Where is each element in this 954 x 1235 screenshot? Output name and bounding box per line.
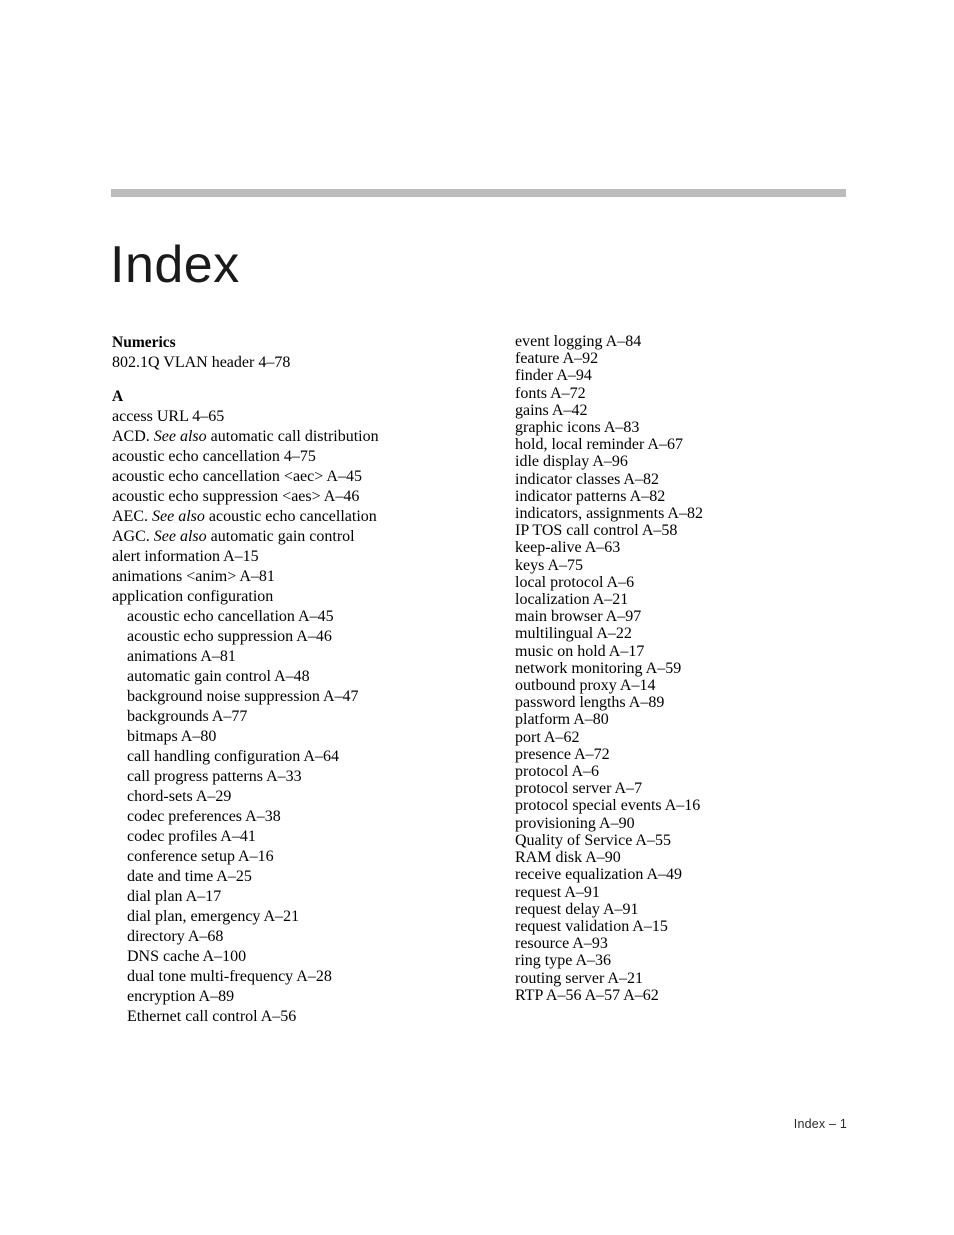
index-entry[interactable]: protocol A–6 [515,763,895,780]
index-entry[interactable]: access URL 4–65 [112,407,482,427]
index-entry[interactable]: acoustic echo cancellation <aec> A–45 [112,467,482,487]
index-entry-term: AEC. [112,508,152,525]
index-entry[interactable]: indicators, assignments A–82 [515,505,895,522]
index-subentry[interactable]: backgrounds A–77 [112,707,482,727]
index-entry[interactable]: animations <anim> A–81 [112,567,482,587]
index-subentry[interactable]: chord-sets A–29 [112,787,482,807]
index-entry[interactable]: multilingual A–22 [515,625,895,642]
index-entry[interactable]: event logging A–84 [515,333,895,350]
index-page: Index Numerics 802.1Q VLAN header 4–78 Aac… [0,0,954,1235]
index-entry[interactable]: hold, local reminder A–67 [515,436,895,453]
index-subentry[interactable]: directory A–68 [112,927,482,947]
index-entry[interactable]: RAM disk A–90 [515,849,895,866]
index-entry-target: acoustic echo cancellation [204,508,377,525]
index-entry[interactable]: music on hold A–17 [515,643,895,660]
index-entry[interactable]: indicator patterns A–82 [515,488,895,505]
index-subentry[interactable]: conference setup A–16 [112,847,482,867]
index-entry[interactable]: finder A–94 [515,367,895,384]
index-entry[interactable]: platform A–80 [515,711,895,728]
see-also-label: See also [153,528,207,545]
index-entry-term: ACD. [112,428,154,445]
index-entry[interactable]: routing server A–21 [515,970,895,987]
index-entry[interactable]: main browser A–97 [515,608,895,625]
index-entry[interactable]: keys A–75 [515,557,895,574]
index-entry[interactable]: network monitoring A–59 [515,660,895,677]
index-subentry[interactable]: encryption A–89 [112,987,482,1007]
index-subentry[interactable]: call progress patterns A–33 [112,767,482,787]
index-letter-heading: A [112,388,124,405]
index-subentry[interactable]: automatic gain control A–48 [112,667,482,687]
page-title: Index [110,235,240,294]
index-entry[interactable]: ACD. See also automatic call distributio… [112,427,482,447]
index-entry[interactable]: indicator classes A–82 [515,471,895,488]
index-entry[interactable]: protocol special events A–16 [515,797,895,814]
see-also-label: See also [152,508,205,525]
index-subentry[interactable]: DNS cache A–100 [112,947,482,967]
index-entry[interactable]: protocol server A–7 [515,780,895,797]
index-subentry[interactable]: dual tone multi-frequency A–28 [112,967,482,987]
index-column-right: event logging A–84 feature A–92 finder A–9… [515,333,895,1004]
index-letter-heading: Numerics [112,334,176,351]
index-entry[interactable]: localization A–21 [515,591,895,608]
index-subentry[interactable]: acoustic echo cancellation A–45 [112,607,482,627]
index-entry[interactable]: feature A–92 [515,350,895,367]
index-entry[interactable]: password lengths A–89 [515,694,895,711]
index-entry[interactable]: outbound proxy A–14 [515,677,895,694]
page-folio: Index – 1 [793,1117,847,1131]
index-entry-target: automatic call distribution [206,428,379,445]
index-subentry[interactable]: dial plan A–17 [112,887,482,907]
index-entry[interactable]: Quality of Service A–55 [515,832,895,849]
index-entry[interactable]: request delay A–91 [515,901,895,918]
index-subentry[interactable]: Ethernet call control A–56 [112,1007,482,1027]
index-entry[interactable]: provisioning A–90 [515,815,895,832]
index-entry[interactable]: graphic icons A–83 [515,419,895,436]
index-subentry[interactable]: animations A–81 [112,647,482,667]
see-also-label: See also [153,428,207,445]
index-subentry[interactable]: codec profiles A–41 [112,827,482,847]
index-entry[interactable]: presence A–72 [515,746,895,763]
index-subentry[interactable]: dial plan, emergency A–21 [112,907,482,927]
index-entry-term: AGC. [112,528,154,545]
index-entry[interactable]: RTP A–56 A–57 A–62 [515,987,895,1004]
index-subentry[interactable]: codec preferences A–38 [112,807,482,827]
index-entry[interactable]: 802.1Q VLAN header 4–78 [112,353,482,373]
index-entry[interactable]: receive equalization A–49 [515,866,895,883]
index-entry[interactable]: AGC. See also automatic gain control [112,527,482,547]
index-entry[interactable]: keep-alive A–63 [515,539,895,556]
index-entry[interactable]: request validation A–15 [515,918,895,935]
index-entry[interactable]: port A–62 [515,729,895,746]
index-entry[interactable]: ring type A–36 [515,952,895,969]
index-entry[interactable]: idle display A–96 [515,453,895,470]
index-subentry[interactable]: call handling configuration A–64 [112,747,482,767]
index-entry[interactable]: acoustic echo cancellation 4–75 [112,447,482,467]
index-entry[interactable]: alert information A–15 [112,547,482,567]
index-entry[interactable]: IP TOS call control A–58 [515,522,895,539]
index-subentry[interactable]: bitmaps A–80 [112,727,482,747]
index-entry-target: automatic gain control [206,528,355,545]
index-entry[interactable]: gains A–42 [515,402,895,419]
index-entry[interactable]: fonts A–72 [515,385,895,402]
index-entry[interactable]: acoustic echo suppression <aes> A–46 [112,487,482,507]
index-entry[interactable]: application configuration [112,587,482,607]
header-rule [111,189,846,197]
index-subentry[interactable]: acoustic echo suppression A–46 [112,627,482,647]
index-column-left: Numerics 802.1Q VLAN header 4–78 Aaccess U… [112,333,482,1027]
index-entry[interactable]: AEC. See also acoustic echo cancellation [112,507,482,527]
index-entry[interactable]: request A–91 [515,884,895,901]
index-entry[interactable]: local protocol A–6 [515,574,895,591]
index-subentry[interactable]: date and time A–25 [112,867,482,887]
index-entry[interactable]: resource A–93 [515,935,895,952]
index-subentry[interactable]: background noise suppression A–47 [112,687,482,707]
